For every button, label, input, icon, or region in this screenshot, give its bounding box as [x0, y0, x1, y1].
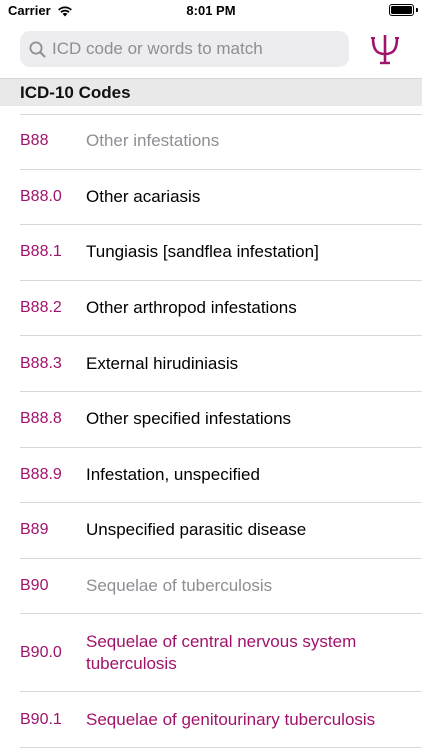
table-row[interactable]: B88.8 Other specified infestations	[20, 392, 422, 448]
table-row[interactable]: B90 Sequelae of tuberculosis	[20, 559, 422, 615]
battery-icon	[389, 4, 414, 16]
row-code: B88.2	[20, 299, 62, 317]
row-code: B90.0	[20, 643, 62, 661]
row-description: Infestation, unspecified	[86, 464, 260, 484]
row-description: Other acariasis	[86, 186, 201, 206]
row-code: B88	[20, 132, 49, 150]
section-header: ICD-10 Codes	[0, 78, 422, 106]
psi-logo-icon[interactable]	[368, 32, 402, 66]
search-icon	[29, 41, 46, 58]
table-row[interactable]: B88.9 Infestation, unspecified	[20, 448, 422, 504]
battery-tip	[416, 8, 418, 12]
table-row[interactable]: B89 Unspecified parasitic disease	[20, 503, 422, 559]
section-title: ICD-10 Codes	[20, 83, 131, 102]
code-list: B88 Other infestations B88.0 Other acari…	[0, 114, 422, 748]
table-row[interactable]: B90.0 Sequelae of central nervous system…	[20, 614, 422, 693]
row-code: B90	[20, 577, 49, 595]
row-description: Sequelae of tuberculosis	[86, 576, 273, 596]
table-row[interactable]: B88 Other infestations	[20, 114, 422, 170]
search-input[interactable]	[52, 39, 342, 59]
row-description: Other infestations	[86, 131, 220, 151]
row-description: Sequelae of central nervous system tuber…	[86, 631, 357, 673]
table-row[interactable]: B90.1 Sequelae of genitourinary tubercul…	[20, 692, 422, 748]
row-code: B88.9	[20, 465, 62, 483]
table-row[interactable]: B88.1 Tungiasis [sandflea infestation]	[20, 225, 422, 281]
search-field[interactable]	[20, 31, 349, 67]
row-code: B88.8	[20, 410, 62, 428]
table-row[interactable]: B88.3 External hirudiniasis	[20, 336, 422, 392]
row-description: Other specified infestations	[86, 409, 292, 429]
row-description: Sequelae of genitourinary tuberculosis	[86, 709, 376, 729]
row-code: B90.1	[20, 710, 62, 728]
row-description: Unspecified parasitic disease	[86, 520, 307, 540]
row-code: B88.0	[20, 187, 62, 205]
row-description: External hirudiniasis	[86, 353, 239, 373]
table-row[interactable]: B88.2 Other arthropod infestations	[20, 281, 422, 337]
table-row[interactable]: B88.0 Other acariasis	[20, 170, 422, 226]
search-header	[0, 22, 422, 78]
status-bar: Carrier 8:01 PM	[0, 0, 422, 22]
row-description: Other arthropod infestations	[86, 298, 297, 318]
clock: 8:01 PM	[186, 3, 236, 18]
row-code: B88.1	[20, 243, 62, 261]
row-code: B89	[20, 521, 49, 539]
row-code: B88.3	[20, 354, 62, 372]
battery-fill	[391, 6, 412, 14]
row-description: Tungiasis [sandflea infestation]	[86, 242, 319, 262]
